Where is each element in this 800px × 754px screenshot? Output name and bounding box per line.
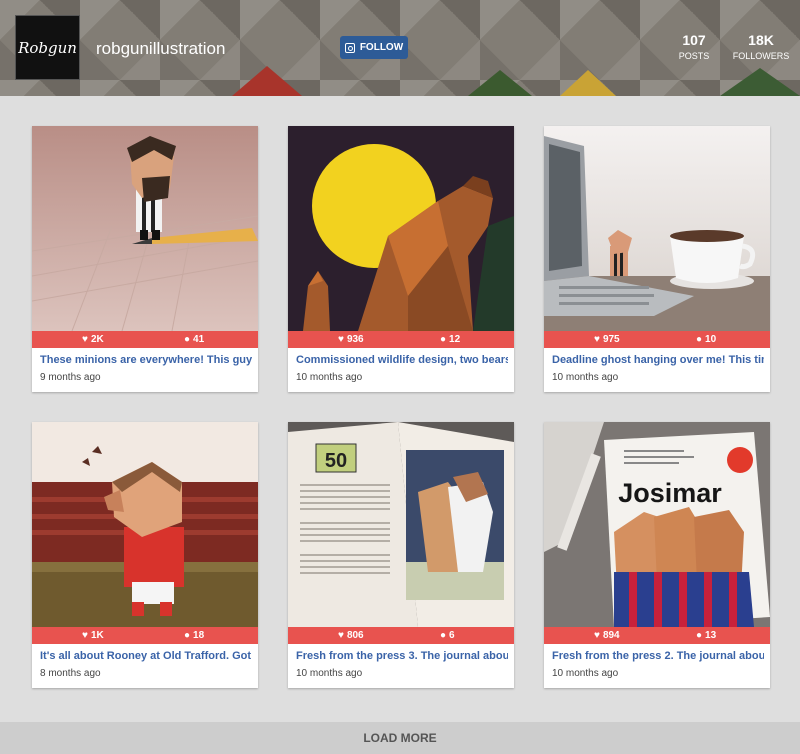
post-image[interactable]: 50 [288,422,514,627]
post-image[interactable]: Josimar [544,422,770,627]
profile-header: Robgun robgunillustration FOLLOW 107 POS… [0,0,800,96]
likes-count[interactable]: ♥ 1K [82,630,104,641]
post-card[interactable]: Josimar ♥ 894 ● 13 Fresh from the press 2.… [544,422,770,688]
posts-stat: 107 POSTS [672,32,716,61]
post-stats-bar: ♥ 936 ● 12 [288,331,514,348]
follow-button[interactable]: FOLLOW [340,36,408,59]
comments-count[interactable]: ● 12 [440,334,460,345]
comment-icon: ● [440,629,447,641]
comments-count[interactable]: ● 41 [184,334,204,345]
followers-count: 18K [748,32,774,48]
comments-count[interactable]: ● 18 [184,630,204,641]
likes-count[interactable]: ♥ 936 [338,334,364,345]
profile-username[interactable]: robgunillustration [96,39,225,59]
heart-icon: ♥ [594,333,600,345]
post-time: 8 months ago [40,668,101,679]
post-image[interactable] [32,422,258,627]
likes-value: 894 [602,630,620,641]
post-time: 10 months ago [552,372,619,383]
comment-icon: ● [184,333,191,345]
post-card[interactable]: ♥ 1K ● 18 It's all about Rooney at Old Tra… [32,422,258,688]
comment-icon: ● [696,629,703,641]
instagram-icon [344,42,355,53]
logo-text: Robgun [18,38,77,57]
likes-value: 975 [602,334,620,345]
post-stats-bar: ♥ 894 ● 13 [544,627,770,644]
post-caption[interactable]: Fresh from the press 2. The journal abou… [552,650,764,662]
heart-icon: ♥ [82,333,88,345]
comments-count[interactable]: ● 10 [696,334,716,345]
post-time: 10 months ago [296,372,363,383]
comments-value: 10 [705,334,717,345]
header-decoration [720,68,800,96]
followers-label: FOLLOWERS [732,51,790,61]
post-image[interactable] [32,126,258,331]
post-card[interactable]: ♥ 975 ● 10 Deadline ghost hanging over me!… [544,126,770,392]
heart-icon: ♥ [594,629,600,641]
post-caption[interactable]: Fresh from the press 3. The journal abou… [296,650,508,662]
comments-count[interactable]: ● 13 [696,630,716,641]
post-time: 10 months ago [552,668,619,679]
header-decoration [560,70,616,96]
likes-value: 2K [90,334,104,345]
comments-count[interactable]: ● 6 [440,630,455,641]
heart-icon: ♥ [82,629,88,641]
likes-value: 806 [346,630,364,641]
comment-icon: ● [696,333,703,345]
likes-count[interactable]: ♥ 2K [82,334,104,345]
post-caption[interactable]: It's all about Rooney at Old Trafford. G… [40,650,252,662]
posts-count: 107 [682,32,706,48]
likes-count[interactable]: ♥ 806 [338,630,364,641]
magazine-issue-number: 50 [325,450,347,472]
likes-value: 1K [90,630,104,641]
post-stats-bar: ♥ 1K ● 18 [32,627,258,644]
comments-value: 6 [449,630,455,641]
posts-label: POSTS [678,51,710,61]
post-image[interactable] [544,126,770,331]
post-time: 10 months ago [296,668,363,679]
header-decoration [468,70,532,96]
post-card[interactable]: ♥ 936 ● 12 Commissioned wildlife design, t… [288,126,514,392]
heart-icon: ♥ [338,333,344,345]
follow-label: FOLLOW [359,42,404,53]
likes-count[interactable]: ♥ 894 [594,630,620,641]
post-caption[interactable]: Commissioned wildlife design, two bears [296,354,508,366]
load-more-button[interactable]: LOAD MORE [0,722,800,754]
comments-value: 13 [705,630,717,641]
followers-stat: 18K FOLLOWERS [731,32,791,61]
post-caption[interactable]: Deadline ghost hanging over me! This tim… [552,354,764,366]
post-stats-bar: ♥ 806 ● 6 [288,627,514,644]
post-card[interactable]: 50 ♥ 806 ● 6 Fresh from the press 3. The j… [288,422,514,688]
likes-value: 936 [346,334,364,345]
heart-icon: ♥ [338,629,344,641]
post-image[interactable] [288,126,514,331]
post-stats-bar: ♥ 975 ● 10 [544,331,770,348]
comments-value: 12 [449,334,461,345]
comment-icon: ● [440,333,447,345]
post-stats-bar: ♥ 2K ● 41 [32,331,258,348]
comment-icon: ● [184,629,191,641]
post-time: 9 months ago [40,372,101,383]
comments-value: 18 [193,630,205,641]
post-card[interactable]: ♥ 2K ● 41 These minions are everywhere! Th… [32,126,258,392]
post-caption[interactable]: These minions are everywhere! This guy [40,354,252,366]
header-decoration [232,66,302,96]
profile-avatar[interactable]: Robgun [15,15,80,80]
comments-value: 41 [193,334,205,345]
magazine-cover-title: Josimar [618,478,722,508]
likes-count[interactable]: ♥ 975 [594,334,620,345]
